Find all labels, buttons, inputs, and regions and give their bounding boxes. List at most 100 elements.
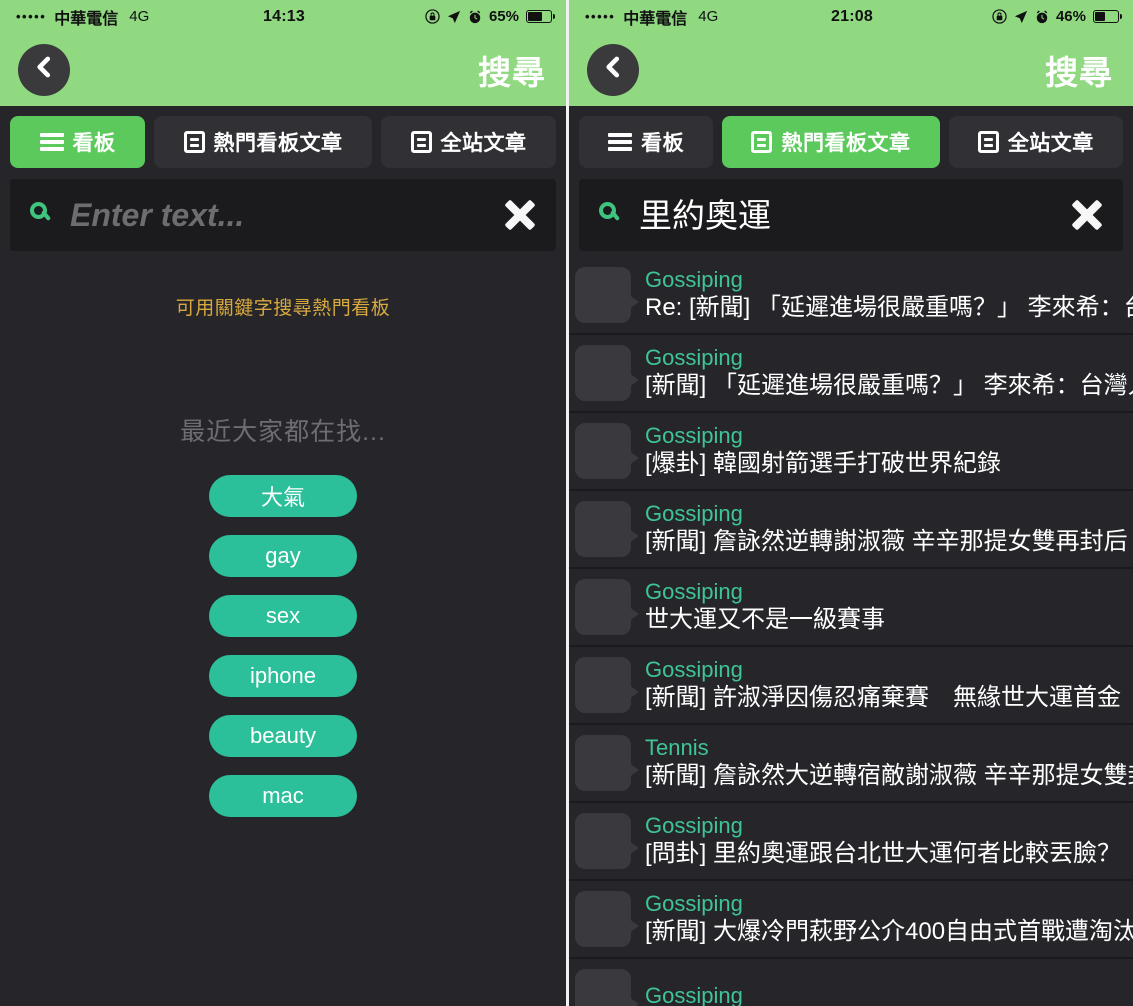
list-item[interactable]: Gossiping	[569, 959, 1133, 1006]
keyword-hint-label: 可用關鍵字搜尋熱門看板	[175, 298, 391, 319]
hamburger-icon	[608, 133, 633, 151]
tab-boards-label: 看板	[641, 132, 685, 155]
signal-dots-icon: •••••	[16, 9, 47, 24]
post-thumbnail-placeholder	[575, 579, 639, 635]
article-list-icon	[977, 131, 999, 153]
list-item-text: Gossiping [新聞] 詹詠然逆轉謝淑薇 辛辛那提女雙再封后	[645, 501, 1133, 556]
recent-searches-label: 最近大家都在找...	[180, 418, 386, 446]
tab-bar: 看板 熱門看板文章 全站文章	[569, 106, 1133, 179]
search-bar[interactable]: 里約奧運	[579, 179, 1123, 251]
tab-boards[interactable]: 看板	[10, 116, 145, 168]
post-thumbnail-placeholder	[575, 267, 639, 323]
list-item[interactable]: Gossiping [問卦] 里約奧運跟台北世大運何者比較丟臉？	[569, 803, 1133, 881]
keyword-tag[interactable]: iphone	[209, 655, 357, 697]
board-name: Gossiping	[645, 657, 743, 683]
keyword-tag[interactable]: 大氣	[209, 475, 357, 517]
navigation-bar: 搜尋	[0, 33, 566, 106]
back-button[interactable]	[587, 43, 639, 96]
location-arrow-icon	[1014, 10, 1028, 24]
search-results-list[interactable]: Gossiping Re: [新聞] 「延遲進場很嚴重嗎？」 李來希：台 Gos…	[569, 251, 1133, 1006]
page-title: 搜尋	[1045, 53, 1113, 91]
close-x-icon[interactable]	[502, 197, 538, 233]
post-title: [新聞] 許淑淨因傷忍痛棄賽 無緣世大運首金	[645, 684, 1122, 712]
list-item[interactable]: Gossiping [新聞] 詹詠然逆轉謝淑薇 辛辛那提女雙再封后	[569, 491, 1133, 569]
list-item[interactable]: Gossiping [新聞] 大爆冷門萩野公介400自由式首戰遭淘汰	[569, 881, 1133, 959]
battery-percent-label: 65%	[488, 8, 519, 25]
list-item[interactable]: Gossiping Re: [新聞] 「延遲進場很嚴重嗎？」 李來希：台	[569, 257, 1133, 335]
tab-boards[interactable]: 看板	[579, 116, 714, 168]
clock-label: 14:13	[263, 7, 305, 25]
search-icon	[599, 202, 625, 228]
tab-hot-board-posts[interactable]: 熱門看板文章	[722, 116, 940, 168]
search-empty-state: 可用關鍵字搜尋熱門看板 最近大家都在找... 大氣 gay sex iphone…	[0, 251, 566, 1006]
keyword-tag[interactable]: gay	[209, 535, 357, 577]
status-bar-right: 65%	[329, 8, 556, 25]
tab-hot-board-posts-label: 熱門看板文章	[781, 132, 911, 155]
back-button[interactable]	[18, 43, 70, 96]
signal-dots-icon: •••••	[585, 9, 616, 24]
tab-all-site-posts[interactable]: 全站文章	[948, 116, 1123, 168]
tab-hot-board-posts-label: 熱門看板文章	[213, 132, 343, 155]
hamburger-icon	[39, 133, 64, 151]
board-name: Gossiping	[645, 579, 743, 605]
list-item[interactable]: Gossiping [新聞] 「延遲進場很嚴重嗎？」 李來希：台灣人	[569, 335, 1133, 413]
list-item-text: Gossiping	[645, 982, 1133, 1006]
tab-all-site-posts[interactable]: 全站文章	[381, 116, 556, 168]
list-item[interactable]: Gossiping [爆卦] 韓國射箭選手打破世界紀錄	[569, 413, 1133, 491]
phone-screen-right: ••••• 中華電信 4G 21:08 46% 搜尋 看板 熱門看板文章 全站文…	[566, 0, 1133, 1006]
post-title: [爆卦] 韓國射箭選手打破世界紀錄	[645, 450, 1002, 478]
tab-boards-label: 看板	[72, 132, 116, 155]
chevron-left-icon	[600, 54, 626, 85]
list-item-text: Gossiping [新聞] 「延遲進場很嚴重嗎？」 李來希：台灣人	[645, 345, 1133, 400]
dual-screenshot-container: ••••• 中華電信 4G 14:13 65% 搜尋 看板 熱門看板文章 全站文…	[0, 0, 1133, 1006]
phone-screen-left: ••••• 中華電信 4G 14:13 65% 搜尋 看板 熱門看板文章 全站文…	[0, 0, 566, 1006]
status-bar-left: ••••• 中華電信 4G	[585, 5, 807, 29]
status-bar-right: 46%	[897, 8, 1123, 25]
post-title: [問卦] 里約奧運跟台北世大運何者比較丟臉？	[645, 840, 1122, 868]
board-name: Gossiping	[645, 813, 743, 839]
battery-icon	[526, 10, 556, 23]
tab-all-site-posts-label: 全站文章	[1007, 132, 1094, 155]
search-bar[interactable]: Enter text...	[10, 179, 556, 251]
list-item-text: Gossiping [新聞] 大爆冷門萩野公介400自由式首戰遭淘汰	[645, 891, 1133, 946]
alarm-clock-icon	[468, 10, 482, 24]
post-title: Re: [新聞] 「延遲進場很嚴重嗎？」 李來希：台	[645, 294, 1133, 322]
list-item[interactable]: Tennis [新聞] 詹詠然大逆轉宿敵謝淑薇 辛辛那提女雙封	[569, 725, 1133, 803]
battery-icon	[1093, 10, 1123, 23]
search-input[interactable]: Enter text...	[70, 199, 488, 231]
keyword-tag[interactable]: mac	[209, 775, 357, 817]
network-type-label: 4G	[129, 8, 150, 25]
tab-hot-board-posts[interactable]: 熱門看板文章	[154, 116, 372, 168]
post-title: [新聞] 大爆冷門萩野公介400自由式首戰遭淘汰	[645, 918, 1133, 946]
keyword-tag[interactable]: beauty	[209, 715, 357, 757]
post-thumbnail-placeholder	[575, 423, 639, 479]
board-name: Gossiping	[645, 423, 743, 449]
tab-bar: 看板 熱門看板文章 全站文章	[0, 106, 566, 179]
board-name: Gossiping	[645, 982, 743, 1006]
location-arrow-icon	[447, 10, 461, 24]
navigation-bar: 搜尋	[569, 33, 1133, 106]
rotation-lock-icon	[992, 9, 1007, 24]
list-item-text: Gossiping [問卦] 里約奧運跟台北世大運何者比較丟臉？	[645, 813, 1133, 868]
board-name: Gossiping	[645, 345, 743, 371]
post-title: [新聞] 「延遲進場很嚴重嗎？」 李來希：台灣人	[645, 372, 1133, 400]
list-item[interactable]: Gossiping [新聞] 許淑淨因傷忍痛棄賽 無緣世大運首金	[569, 647, 1133, 725]
search-icon	[30, 202, 56, 228]
keyword-tag[interactable]: sex	[209, 595, 357, 637]
post-thumbnail-placeholder	[575, 735, 639, 791]
post-title: [新聞] 詹詠然大逆轉宿敵謝淑薇 辛辛那提女雙封	[645, 762, 1133, 790]
list-item-text: Gossiping Re: [新聞] 「延遲進場很嚴重嗎？」 李來希：台	[645, 267, 1133, 322]
list-item[interactable]: Gossiping 世大運又不是一級賽事	[569, 569, 1133, 647]
close-x-icon[interactable]	[1069, 197, 1105, 233]
network-type-label: 4G	[698, 8, 719, 25]
chevron-left-icon	[31, 54, 57, 85]
rotation-lock-icon	[425, 9, 440, 24]
post-thumbnail-placeholder	[575, 813, 639, 869]
popular-keyword-list: 大氣 gay sex iphone beauty mac	[209, 475, 357, 817]
alarm-clock-icon	[1035, 10, 1049, 24]
board-name: Gossiping	[645, 891, 743, 917]
post-thumbnail-placeholder	[575, 891, 639, 947]
search-input[interactable]: 里約奧運	[639, 199, 1055, 232]
board-name: Tennis	[645, 735, 709, 761]
post-thumbnail-placeholder	[575, 501, 639, 557]
